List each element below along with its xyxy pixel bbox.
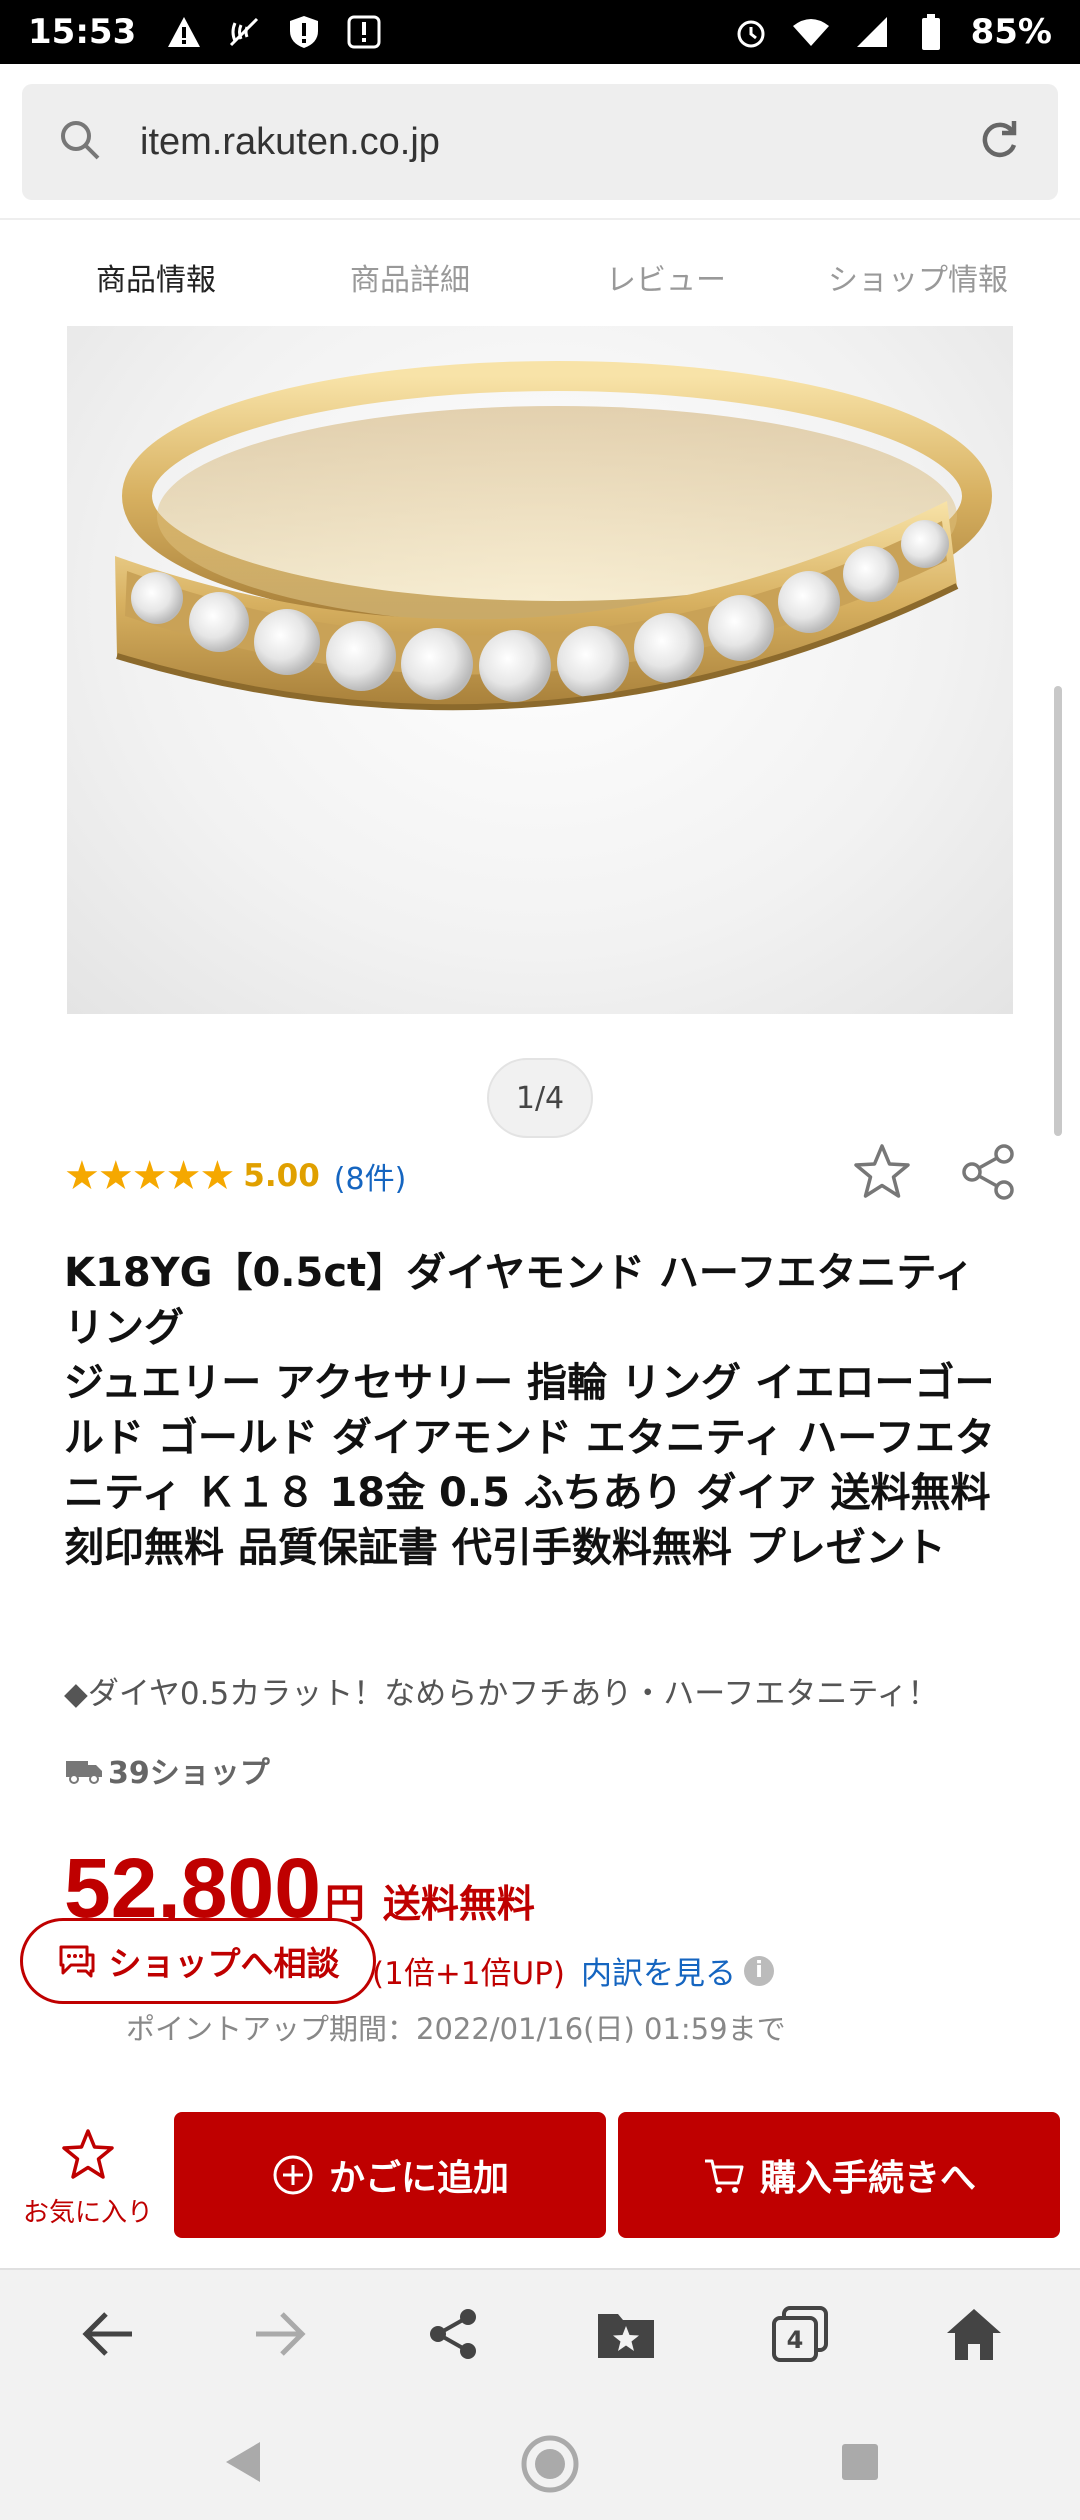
nav-back-icon[interactable] [216, 2434, 272, 2490]
checkout-button[interactable]: 購入手続きへ [618, 2112, 1060, 2238]
breakdown-link[interactable]: 内訳を見る [581, 1948, 736, 1993]
battery-percent: 85% [970, 12, 1052, 52]
share-icon[interactable] [958, 1142, 1018, 1202]
chat-icon [57, 1943, 97, 1979]
favorite-label: お気に入り [22, 2198, 153, 2228]
shipping-badge: 39ショップ [64, 1748, 270, 1792]
share-page-icon[interactable] [422, 2302, 486, 2366]
nav-recents-icon[interactable] [832, 2434, 888, 2490]
shield-alert-icon [284, 12, 324, 52]
points-row: (1倍+1倍UP) 内訳を見る i [372, 1948, 774, 1993]
rating-stars: ★★★★★ [64, 1153, 235, 1199]
tab-reviews[interactable]: レビュー [606, 255, 726, 299]
bookmarks-icon[interactable] [594, 2302, 658, 2366]
ring-illustration [115, 361, 992, 711]
image-pager: 1/4 [487, 1058, 593, 1138]
point-up-period: ポイントアップ期間：2022/01/16(日) 01:59まで [126, 2012, 786, 2046]
search-icon [58, 118, 102, 166]
favorite-star-icon[interactable] [850, 1140, 914, 1204]
tab-shop-info[interactable]: ショップ情報 [828, 255, 1008, 299]
plus-circle-icon [271, 2153, 315, 2197]
tab-count: 4 [787, 2326, 804, 2354]
nav-home-icon[interactable] [520, 2434, 579, 2493]
tab-product-info[interactable]: 商品情報 [96, 255, 216, 299]
favorite-button[interactable]: お気に入り [18, 2128, 158, 2229]
product-title: K18YG【0.5ct】ダイヤモンド ハーフエタニティリング ジュエリー アクセ… [64, 1250, 995, 1571]
forward-arrow-icon[interactable] [248, 2302, 312, 2366]
status-time: 15:53 [28, 12, 137, 52]
browser-address-area: item.rakuten.co.jp [0, 64, 1080, 220]
truck-icon [64, 1755, 104, 1785]
product-tabs: 商品情報 商品詳細 レビュー ショップ情報 [0, 232, 1080, 322]
nfc-icon [224, 12, 264, 52]
rating-row[interactable]: ★★★★★ 5.00 (8件) [64, 1148, 406, 1204]
browser-toolbar: 4 [0, 2268, 1080, 2398]
address-bar[interactable]: item.rakuten.co.jp [22, 84, 1058, 200]
notification-app-icon [344, 12, 384, 52]
checkout-label: 購入手続きへ [759, 2158, 976, 2199]
purchase-action-bar: お気に入り かごに追加 購入手続きへ [0, 2098, 1080, 2266]
review-count-link[interactable]: (8件) [334, 1154, 407, 1198]
product-catchcopy: ◆ダイヤ0.5カラット！なめらかフチあり・ハーフエタニティ！ [64, 1676, 939, 1712]
favorite-star-outline-icon [60, 2128, 116, 2186]
page-scrollbar[interactable] [1054, 686, 1062, 1136]
tabs-switcher-icon[interactable]: 4 [768, 2302, 832, 2366]
alarm-icon [731, 12, 771, 52]
battery-icon [911, 12, 951, 52]
home-icon[interactable] [942, 2302, 1006, 2366]
shop-consult-label: ショップへ相談 [108, 1944, 340, 1983]
signal-icon [851, 12, 891, 52]
add-to-cart-label: かごに追加 [328, 2158, 509, 2199]
info-icon[interactable]: i [744, 1955, 774, 1986]
free-shipping-label: 送料無料 [382, 1882, 535, 1926]
url-text[interactable]: item.rakuten.co.jp [140, 121, 976, 164]
rating-value: 5.00 [243, 1158, 320, 1194]
tab-product-details[interactable]: 商品詳細 [350, 255, 470, 299]
warning-icon [164, 12, 204, 52]
wifi-icon [791, 12, 831, 52]
add-to-cart-button[interactable]: かごに追加 [174, 2112, 606, 2238]
back-arrow-icon[interactable] [76, 2302, 140, 2366]
points-multiplier: (1倍+1倍UP) [372, 1956, 565, 1992]
status-bar: 15:53 85% [0, 0, 1080, 64]
reload-icon[interactable] [976, 117, 1022, 167]
shop-consult-button[interactable]: ショップへ相談 [20, 1918, 376, 2004]
cart-icon [702, 2153, 746, 2197]
system-nav-bar [0, 2398, 1080, 2520]
product-image[interactable] [67, 326, 1013, 1014]
shop-badge-label: 39ショップ [108, 1756, 270, 1791]
